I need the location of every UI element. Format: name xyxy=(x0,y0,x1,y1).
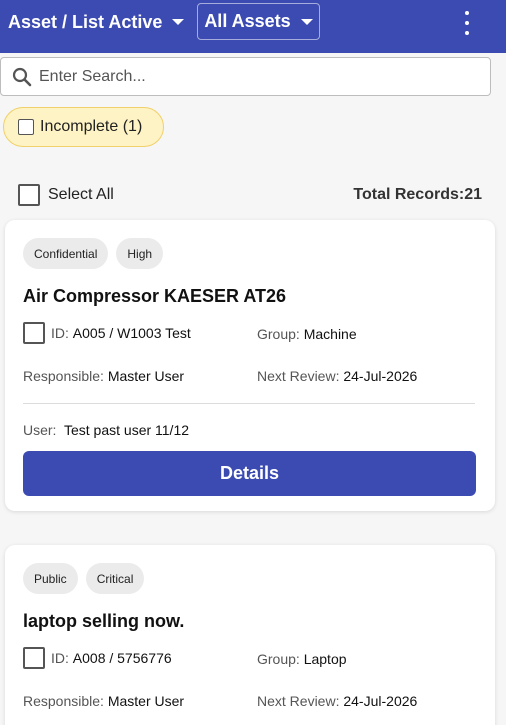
incomplete-filter-chip[interactable]: Incomplete (1) xyxy=(3,107,164,147)
chevron-down-icon xyxy=(172,19,185,25)
user-row: User: Test past user 11/12 xyxy=(23,422,189,438)
more-vert-icon[interactable] xyxy=(458,11,476,35)
group-value: Laptop xyxy=(303,651,347,667)
asset-id-value: A008 / 5756776 xyxy=(72,650,172,666)
group-label: Group: xyxy=(257,651,300,667)
next-review-label: Next Review: xyxy=(257,368,340,384)
next-review-row: Next Review: 24-Jul-2026 xyxy=(257,368,417,384)
asset-filter-dropdown[interactable]: All Assets xyxy=(197,3,320,40)
tag-list: Confidential High xyxy=(23,238,164,269)
search-bar xyxy=(0,57,491,96)
asset-id-row: ID: A008 / 5756776 xyxy=(23,647,172,669)
responsible-value: Master User xyxy=(107,368,185,384)
list-title-dropdown[interactable]: Asset / List Active xyxy=(8,10,185,34)
card-divider xyxy=(23,403,475,404)
next-review-row: Next Review: 24-Jul-2026 xyxy=(257,693,417,709)
asset-filter-value: All Assets xyxy=(204,11,291,31)
select-all-checkbox[interactable] xyxy=(18,184,40,206)
top-app-bar: Asset / List Active All Assets xyxy=(0,0,506,53)
asset-title: Air Compressor KAESER AT26 xyxy=(23,286,287,306)
asset-id-row: ID: A005 / W1003 Test xyxy=(23,322,191,344)
group-row: Group: Laptop xyxy=(257,651,347,667)
responsible-label: Responsible: xyxy=(23,693,104,709)
classification-tag: Public xyxy=(23,563,78,594)
asset-title: laptop selling now. xyxy=(23,611,185,631)
responsible-label: Responsible: xyxy=(23,368,104,384)
priority-tag: High xyxy=(116,238,164,269)
responsible-row: Responsible: Master User xyxy=(23,693,184,709)
asset-card[interactable]: Public Critical laptop selling now. ID: … xyxy=(5,545,495,725)
group-label: Group: xyxy=(257,326,300,342)
select-all-control[interactable]: Select All xyxy=(18,184,114,206)
priority-tag: Critical xyxy=(85,563,145,594)
total-records: Total Records:21 xyxy=(353,186,482,203)
list-title: Asset / List Active xyxy=(8,11,163,32)
group-value: Machine xyxy=(303,326,357,342)
next-review-value: 24-Jul-2026 xyxy=(343,693,418,709)
tag-list: Public Critical xyxy=(23,563,145,594)
id-label: ID: xyxy=(51,650,69,666)
details-button[interactable]: Details xyxy=(23,451,476,496)
asset-select-checkbox[interactable] xyxy=(23,647,45,669)
user-value: Test past user 11/12 xyxy=(63,422,190,438)
id-label: ID: xyxy=(51,325,69,341)
incomplete-checkbox[interactable] xyxy=(18,119,34,135)
user-label: User: xyxy=(23,422,57,438)
responsible-row: Responsible: Master User xyxy=(23,368,184,384)
asset-id-value: A005 / W1003 Test xyxy=(72,325,191,341)
asset-card[interactable]: Confidential High Air Compressor KAESER … xyxy=(5,220,495,511)
group-row: Group: Machine xyxy=(257,326,357,342)
classification-tag: Confidential xyxy=(23,238,109,269)
next-review-label: Next Review: xyxy=(257,693,340,709)
chevron-down-icon xyxy=(300,18,313,25)
incomplete-label: Incomplete (1) xyxy=(40,118,143,135)
asset-select-checkbox[interactable] xyxy=(23,322,45,344)
search-icon xyxy=(12,67,32,87)
search-input[interactable] xyxy=(39,66,479,88)
select-all-label: Select All xyxy=(48,186,114,203)
next-review-value: 24-Jul-2026 xyxy=(343,368,418,384)
responsible-value: Master User xyxy=(107,693,185,709)
